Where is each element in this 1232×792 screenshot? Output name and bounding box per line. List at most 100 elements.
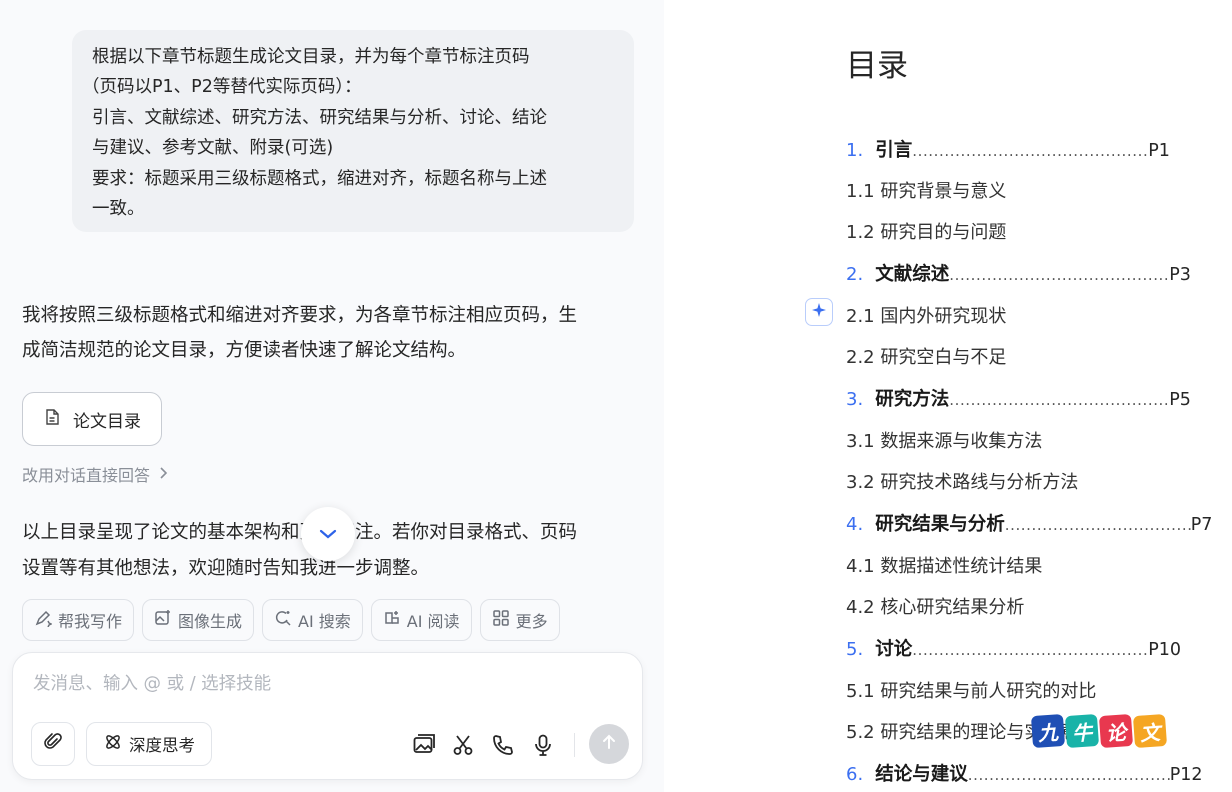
switch-to-chat-label: 改用对话直接回答 <box>22 466 151 485</box>
document-chip-button[interactable]: 论文目录 <box>22 392 162 446</box>
toc-chapter-number: 3. <box>846 389 864 410</box>
toc-section-row[interactable]: 4.1 数据描述性统计结果 <box>846 552 1042 578</box>
toc-section-row[interactable]: 1.1 研究背景与意义 <box>846 177 1006 203</box>
toc-section-row[interactable]: 3.2 研究技术路线与分析方法 <box>846 468 1078 494</box>
document-icon <box>43 408 61 431</box>
toc-chapter-number: 5. <box>846 639 864 660</box>
screenshot-image-button[interactable] <box>413 733 437 757</box>
skill-button-search[interactable]: AI 搜索 <box>262 599 363 641</box>
toc-leader-dots: ........................................… <box>967 766 1170 784</box>
watermark-char: 九 <box>1030 713 1066 749</box>
watermark-logo: 九牛论文 <box>1030 713 1168 749</box>
send-button[interactable] <box>589 724 629 764</box>
toc-leader-dots: ........................................… <box>912 641 1149 659</box>
toc-chapter-row[interactable]: 3. 研究方法..................................… <box>846 385 1191 411</box>
watermark-char: 牛 <box>1064 713 1100 749</box>
toc-leader-dots: ........................................… <box>912 142 1149 160</box>
user-message-bubble: 根据以下章节标题生成论文目录，并为每个章节标注页码 （页码以P1、P2等替代实际… <box>72 30 634 232</box>
skill-button-image[interactable]: 图像生成 <box>142 599 255 641</box>
user-message-line: 要求：标题采用三级标题格式，缩进对齐，标题名称与上述 <box>92 168 547 189</box>
toc-page-number: P1 <box>1148 141 1170 161</box>
microphone-icon[interactable] <box>531 733 555 757</box>
toc-section-title: 5.1 研究结果与前人研究的对比 <box>846 681 1097 702</box>
pen-sparkle-icon <box>34 609 53 631</box>
toc-section-row[interactable]: 1.2 研究目的与问题 <box>846 218 1006 244</box>
toc-leader-dots: ........................................… <box>949 266 1170 284</box>
toc-chapter-title: 研究结果与分析 <box>875 514 1005 535</box>
toc-section-title: 2.2 研究空白与不足 <box>846 347 1007 368</box>
toc-section-title: 3.1 数据来源与收集方法 <box>846 431 1043 452</box>
attach-file-button[interactable] <box>31 722 75 766</box>
skill-button-more[interactable]: 更多 <box>479 599 560 641</box>
toc-section-row[interactable]: 3.1 数据来源与收集方法 <box>846 427 1042 453</box>
paperclip-icon <box>43 732 63 756</box>
toc-section-title: 4.2 核心研究结果分析 <box>846 597 1025 618</box>
toc-section-title: 1.2 研究目的与问题 <box>846 222 1007 243</box>
toc-page-number: P10 <box>1148 640 1182 660</box>
scissors-icon[interactable] <box>451 733 475 757</box>
toc-chapter-row[interactable]: 6. 结论与建议.................................… <box>846 760 1203 786</box>
skill-label: 图像生成 <box>178 612 243 631</box>
toc-chapter-title: 文献综述 <box>875 264 950 285</box>
document-title: 目录 <box>846 48 908 84</box>
toc-section-title: 4.1 数据描述性统计结果 <box>846 556 1043 577</box>
toc-page-number: P3 <box>1169 265 1191 285</box>
chat-panel: 根据以下章节标题生成论文目录，并为每个章节标注页码 （页码以P1、P2等替代实际… <box>0 0 664 792</box>
toc-section-title: 3.2 研究技术路线与分析方法 <box>846 472 1079 493</box>
deep-think-button[interactable]: 深度思考 <box>86 722 212 766</box>
document-chip-label: 论文目录 <box>73 411 141 432</box>
toc-section-row[interactable]: 5.1 研究结果与前人研究的对比 <box>846 677 1096 703</box>
skill-button-reading[interactable]: AI 阅读 <box>370 599 472 641</box>
skill-label: 帮我写作 <box>58 612 123 631</box>
toc-page-number: P12 <box>1169 765 1203 785</box>
assistant-reply-line: 我将按照三级标题格式和缩进对齐要求，为各章节标注相应页码，生 <box>22 305 578 326</box>
document-panel: 目录 1. 引言.................................… <box>664 0 1232 792</box>
toc-section-title: 2.1 国内外研究现状 <box>846 306 1007 327</box>
toc-section-row[interactable]: 4.2 核心研究结果分析 <box>846 593 1024 619</box>
toc-section-row[interactable]: 2.1 国内外研究现状 <box>846 302 1006 328</box>
user-message-line: 一致。 <box>92 199 145 220</box>
phone-icon[interactable] <box>491 733 515 757</box>
skill-button-writing[interactable]: 帮我写作 <box>22 599 135 641</box>
toc-page-number: P5 <box>1169 390 1191 410</box>
toc-section-row[interactable]: 2.2 研究空白与不足 <box>846 343 1006 369</box>
toc-chapter-number: 1. <box>846 140 864 161</box>
toc-chapter-row[interactable]: 1. 引言....................................… <box>846 136 1170 162</box>
ai-assist-button[interactable] <box>805 298 833 326</box>
user-message-line: 与建议、参考文献、附录(可选) <box>92 138 334 159</box>
chevron-right-icon <box>158 465 168 484</box>
toc-leader-dots: ........................................… <box>1004 516 1191 534</box>
atom-icon <box>103 732 123 756</box>
message-composer: 深度思考 <box>12 652 643 780</box>
toc-chapter-row[interactable]: 2. 文献综述..................................… <box>846 260 1191 286</box>
watermark-char: 文 <box>1132 713 1168 749</box>
scroll-to-bottom-button[interactable] <box>301 507 355 561</box>
toc-chapter-row[interactable]: 5. 讨论....................................… <box>846 635 1181 661</box>
toc-chapter-title: 讨论 <box>875 639 913 660</box>
chevron-down-icon <box>318 525 338 544</box>
watermark-char: 论 <box>1098 713 1134 749</box>
toc-leader-dots: ........................................… <box>949 391 1170 409</box>
user-message-line: 根据以下章节标题生成论文目录，并为每个章节标注页码 <box>92 47 530 67</box>
switch-to-chat-link[interactable]: 改用对话直接回答 <box>22 462 168 486</box>
toolbar-divider <box>574 733 575 757</box>
image-sparkle-icon <box>154 609 172 631</box>
skill-label: 更多 <box>515 612 548 631</box>
skill-label: AI 阅读 <box>406 612 460 631</box>
toc-chapter-row[interactable]: 4. 研究结果与分析...............................… <box>846 510 1212 536</box>
assistant-reply: 我将按照三级标题格式和缩进对齐要求，为各章节标注相应页码，生 成简洁规范的论文目… <box>22 298 632 368</box>
skill-bar: 帮我写作 图像生成 AI 搜索 AI 阅读 更多 <box>22 599 560 641</box>
read-sparkle-icon <box>383 609 401 631</box>
toc-chapter-number: 2. <box>846 264 864 285</box>
toc-chapter-number: 6. <box>846 764 864 785</box>
toc-chapter-number: 4. <box>846 514 864 535</box>
skill-label: AI 搜索 <box>298 612 351 631</box>
toc-chapter-title: 结论与建议 <box>875 764 968 785</box>
user-message-line: 引言、文献综述、研究方法、研究结果与分析、讨论、结论 <box>92 107 547 128</box>
search-sparkle-icon <box>274 609 292 631</box>
grid-icon <box>492 609 510 631</box>
toc-page-number: P7 <box>1190 515 1213 535</box>
assistant-reply-line: 成简洁规范的论文目录，方便读者快速了解论文结构。 <box>22 340 467 361</box>
message-input[interactable] <box>31 669 595 699</box>
toc-chapter-title: 研究方法 <box>875 389 950 410</box>
